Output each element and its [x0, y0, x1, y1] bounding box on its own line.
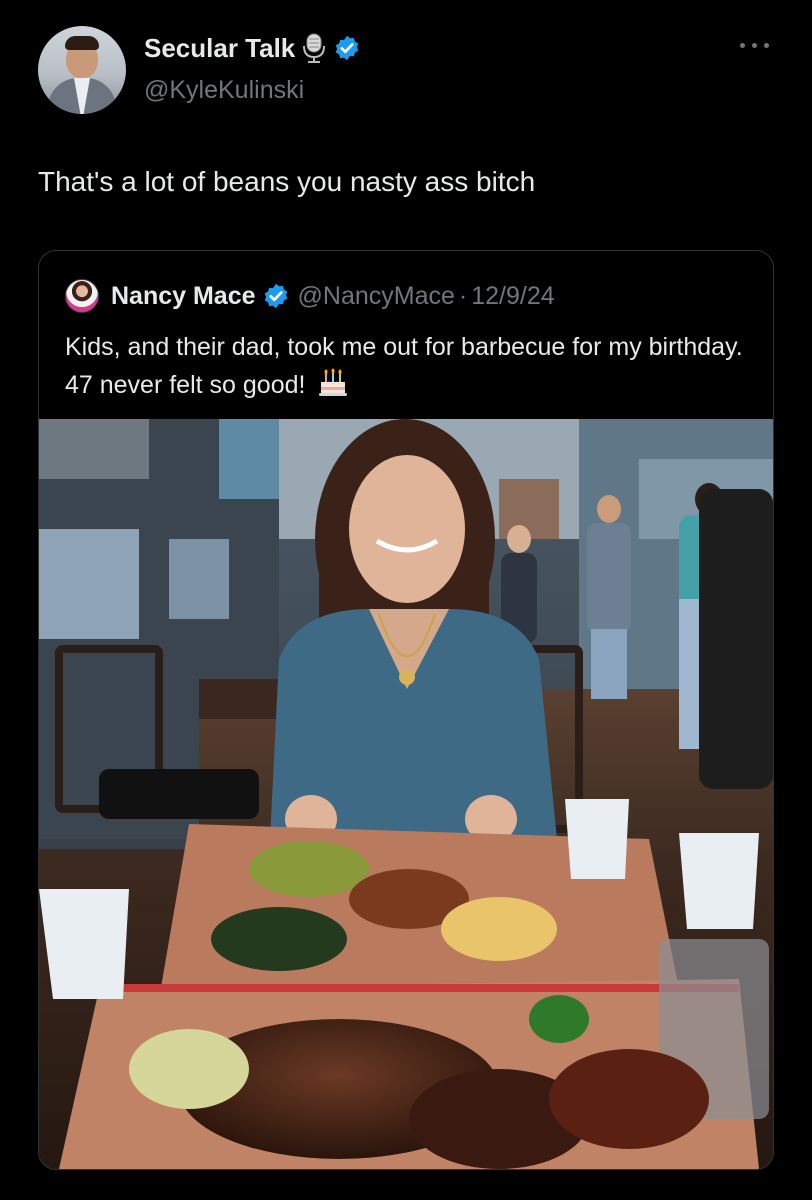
- quoted-author-avatar[interactable]: [65, 279, 99, 313]
- post-header: Secular Talk @KyleKulinski: [38, 26, 778, 116]
- post-text: That's a lot of beans you nasty ass bitc…: [38, 166, 536, 197]
- quoted-post-photo[interactable]: [39, 419, 773, 1169]
- microphone-icon: [303, 33, 326, 63]
- quoted-post-text: Kids, and their dad, took me out for bar…: [65, 329, 755, 403]
- quoted-post-date[interactable]: 12/9/24: [471, 282, 554, 311]
- quoted-author-display-name[interactable]: Nancy Mace: [111, 282, 256, 311]
- verified-badge-icon: [264, 283, 287, 309]
- author-display-name[interactable]: Secular Talk: [144, 33, 295, 64]
- verified-badge-icon: [335, 35, 359, 61]
- quoted-post-card[interactable]: Nancy Mace @NancyMace · 12/9/24 Kids, an…: [38, 250, 774, 1170]
- separator-dot: ·: [458, 281, 468, 310]
- quoted-post-text-content: Kids, and their dad, took me out for bar…: [65, 333, 743, 399]
- birthday-cake-icon: [319, 368, 348, 396]
- more-options-icon[interactable]: [738, 38, 772, 52]
- author-avatar[interactable]: [38, 26, 126, 114]
- quoted-author-handle[interactable]: @NancyMace: [298, 282, 455, 311]
- quoted-post-header: Nancy Mace @NancyMace · 12/9/24: [65, 279, 555, 313]
- author-handle[interactable]: @KyleKulinski: [144, 76, 304, 105]
- author-display-name-row[interactable]: Secular Talk: [144, 32, 361, 64]
